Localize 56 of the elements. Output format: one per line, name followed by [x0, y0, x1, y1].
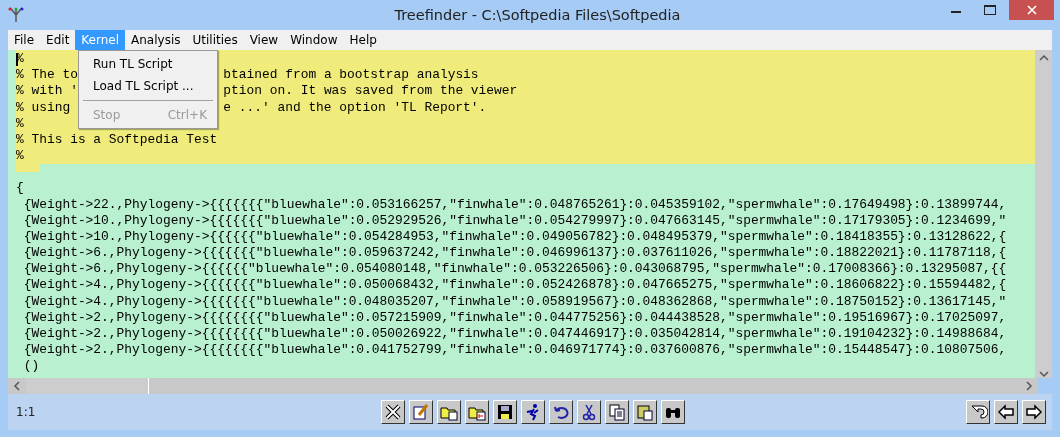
code-text: {Weight->10.,Phylogeny->{{{{{{{"bluewhale":0.052929526,"finwhale":0.054279997}:0.047663145,"spermwhale":0.17179305}:0.1234699,": [23, 212, 1007, 228]
comment-text: e ...' and the option 'TL Report'.: [223, 99, 487, 115]
menu-option[interactable]: Load TL Script ...: [79, 75, 217, 97]
menu-item[interactable]: Analysis: [125, 30, 187, 50]
code-text: {Weight->4.,Phylogeny->{{{{{{{"bluewhale":0.050068432,"finwhale":0.052426878}:0.047665275,"spermwhale":0.18606822}:0.15594482,{: [23, 277, 1007, 293]
close-tool-button[interactable]: [381, 400, 405, 424]
code-text: (): [23, 358, 40, 374]
undo-tool-button[interactable]: [549, 400, 573, 424]
code-text: {Weight->22.,Phylogeny->{{{{{{{"bluewhale":0.053166257,"finwhale":0.048765261}:0.045359102,"spermwhale":0.17649498}:0.13899744,: [23, 196, 1007, 212]
close-icon: [383, 402, 403, 422]
maximize-icon: [984, 5, 996, 15]
comment-text: % with ': [16, 83, 78, 100]
menu-item[interactable]: Window: [284, 30, 344, 50]
copy-tool-button[interactable]: [605, 400, 629, 424]
comment-text: % using: [16, 99, 72, 116]
save-icon: [495, 402, 515, 422]
window-title: Treefinder - C:\Softpedia Files\Softpedia: [393, 7, 682, 23]
close-icon: [1026, 5, 1037, 15]
code-text: {Weight->4.,Phylogeny->{{{{{{{"bluewhale":0.048035207,"finwhale":0.058919567}:0.048362868,"spermwhale":0.18750152}:0.13617145,": [23, 293, 1007, 309]
menu-item[interactable]: View: [243, 30, 285, 50]
back-tool-button[interactable]: [994, 400, 1018, 424]
edit-tool-button[interactable]: [409, 400, 433, 424]
save-tool-button[interactable]: [493, 400, 517, 424]
code-text: {Weight->10.,Phylogeny->{{{{{{"bluewhale":0.054284953,"finwhale":0.049056782}:0.048495379,"spermwhale":0.18418355}:0.13128622,{: [23, 228, 1007, 244]
menu-item[interactable]: File: [8, 30, 41, 50]
tree-icon: [8, 7, 24, 23]
run-tool-button[interactable]: [521, 400, 545, 424]
horizontal-scrollbar[interactable]: [8, 378, 1038, 394]
menu-item[interactable]: Help: [343, 30, 383, 50]
code-text: {: [16, 180, 24, 196]
cut-tool-button[interactable]: [577, 400, 601, 424]
comment-text: %: [16, 115, 25, 132]
cursor-position: 1:1: [16, 405, 37, 419]
paste-tool-button[interactable]: [633, 400, 657, 424]
vertical-scrollbar[interactable]: [1035, 50, 1052, 378]
return-tool-button[interactable]: [966, 400, 990, 424]
comment-text: btained from a bootstrap analysis: [223, 67, 479, 83]
paste-icon: [635, 402, 655, 422]
copy-icon: [607, 402, 627, 422]
menu-option[interactable]: Run TL Script: [79, 53, 217, 75]
open-tool-button[interactable]: [437, 400, 461, 424]
comment-text: %: [16, 148, 25, 165]
code-text: {Weight->6.,Phylogeny->{{{{{{"bluewhale":0.054080148,"finwhale":0.053226506}:0.043068795,"spermwhale":0.17008366}:0.13295087,{{: [23, 261, 1007, 277]
code-text: {Weight->2.,Phylogeny->{{{{{{{{"bluewhale":0.057215909,"finwhale":0.044775256}:0.044438528,"spermwhale":0.19516967}:0.17025097,: [23, 309, 1007, 325]
text-cursor: [16, 53, 18, 66]
menu-item[interactable]: Utilities: [186, 30, 244, 50]
comment-text: ption on. It was saved from the viewer: [223, 83, 518, 99]
comment-text: % The to: [16, 67, 78, 84]
comment-text: % This is a Softpedia Test: [16, 131, 218, 149]
forward-tool-button[interactable]: [1022, 400, 1046, 424]
code-text: {Weight->2.,Phylogeny->{{{{{{{{"bluewhale":0.041752799,"finwhale":0.046971774}:0.037600876,"spermwhale":0.15448547}:0.10807506,: [23, 342, 1007, 358]
edit-icon: [411, 402, 431, 422]
menu-item[interactable]: Edit: [40, 30, 76, 50]
code-text: {Weight->6.,Phylogeny->{{{{{{{"bluewhale":0.059637242,"finwhale":0.046996137}:0.037611026,"spermwhale":0.18822021}:0.11787118,{: [23, 245, 1007, 261]
code-text: {Weight->2.,Phylogeny->{{{{{{{{"bluewhale":0.050026922,"finwhale":0.047446917}:0.035042814,"spermwhale":0.19104232}:0.14988684,: [23, 326, 1007, 341]
find-tool-button[interactable]: [661, 400, 685, 424]
